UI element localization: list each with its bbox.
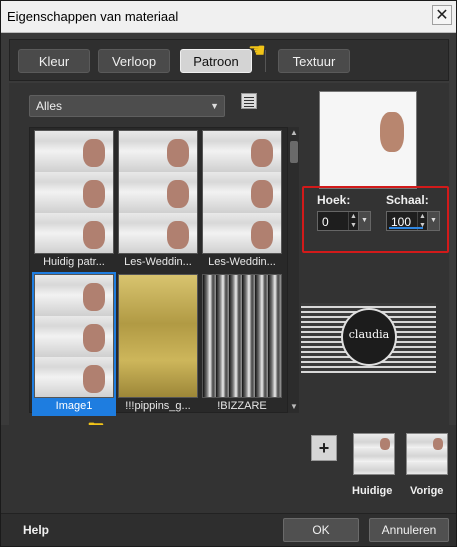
current-pattern-thumbnail[interactable] (353, 433, 395, 475)
help-link[interactable]: Help (23, 523, 49, 537)
pattern-gallery: Huidig patr... Les-Weddin... Les-Weddin.… (29, 127, 299, 416)
tab-bar: Kleur Verloop Patroon Textuur ☚ (9, 39, 449, 81)
previous-label: Vorige (410, 485, 444, 497)
pattern-label: !!!pippins_g... (125, 400, 191, 412)
chevron-down-icon[interactable]: ▼ (427, 212, 439, 230)
pattern-thumbnail (202, 274, 282, 398)
tab-verloop[interactable]: Verloop (98, 49, 170, 73)
pattern-panel: Alles ▼ Huidig patr... Les-Weddin... Les… (9, 83, 449, 439)
watermark-logo: claudia (301, 303, 436, 373)
add-icon[interactable]: + (311, 435, 337, 461)
pattern-thumbnail (118, 130, 198, 254)
pattern-label: Image1 (55, 400, 93, 412)
ok-button[interactable]: OK (283, 518, 359, 542)
gallery-scrollbar[interactable]: ▲ ▼ (287, 127, 299, 413)
window-title: Eigenschappen van materiaal (7, 9, 179, 24)
pattern-thumbnail (202, 130, 282, 254)
pattern-item[interactable]: !BIZZARE (202, 274, 282, 414)
pattern-item[interactable]: !!!pippins_g... (118, 274, 198, 414)
pattern-thumbnail (34, 274, 114, 398)
category-dropdown-value: Alles (36, 99, 63, 113)
angle-value: 0 (322, 215, 329, 229)
pattern-item[interactable]: Les-Weddin... (118, 130, 198, 270)
tab-patroon[interactable]: Patroon (180, 49, 252, 73)
chevron-down-icon: ▼ (210, 101, 219, 111)
title-bar: Eigenschappen van materiaal ✕ (1, 1, 456, 33)
dialog-footer: Help OK Annuleren (1, 513, 456, 546)
pattern-thumbnail (34, 130, 114, 254)
tab-kleur[interactable]: Kleur (18, 49, 90, 73)
pattern-item-selected[interactable]: Image1 (32, 272, 116, 416)
close-button[interactable]: ✕ (432, 5, 452, 25)
pattern-item[interactable]: Huidig patr... (34, 130, 114, 270)
chevron-down-icon[interactable]: ▼ (358, 212, 370, 230)
scrollbar-thumb[interactable] (290, 141, 298, 163)
tab-textuur[interactable]: Textuur (278, 49, 350, 73)
pattern-label: Les-Weddin... (124, 256, 192, 268)
category-dropdown[interactable]: Alles ▼ (29, 95, 225, 117)
watermark-circle: claudia (341, 308, 397, 366)
watermark-text: claudia (348, 328, 390, 341)
close-icon: ✕ (435, 7, 449, 24)
scroll-down-icon[interactable]: ▼ (288, 401, 300, 413)
pattern-item[interactable]: Les-Weddin... (202, 130, 282, 270)
material-properties-dialog: Eigenschappen van materiaal ✕ Kleur Verl… (0, 0, 457, 547)
previous-pattern-thumbnail[interactable] (406, 433, 448, 475)
pointing-hand-icon: ☚ (248, 40, 266, 62)
pattern-label: Les-Weddin... (208, 256, 276, 268)
cancel-button[interactable]: Annuleren (369, 518, 449, 542)
scroll-up-icon[interactable]: ▲ (288, 127, 300, 139)
spinner-arrows-icon[interactable]: ▲ ▼ (348, 212, 358, 230)
pattern-label: !BIZZARE (217, 400, 267, 412)
current-label: Huidige (352, 485, 393, 497)
angle-label: Hoek: (317, 193, 351, 207)
list-view-icon[interactable] (241, 93, 257, 109)
angle-spinner[interactable]: 0 ▲ ▼ ▼ (317, 211, 371, 231)
pattern-thumbnail (118, 274, 198, 398)
scale-label: Schaal: (386, 193, 429, 207)
pattern-label: Huidig patr... (43, 256, 105, 268)
pattern-preview[interactable] (319, 91, 417, 189)
scale-spinner[interactable]: 100 ▲ ▼ ▼ (386, 211, 440, 231)
scale-indicator (389, 227, 423, 229)
